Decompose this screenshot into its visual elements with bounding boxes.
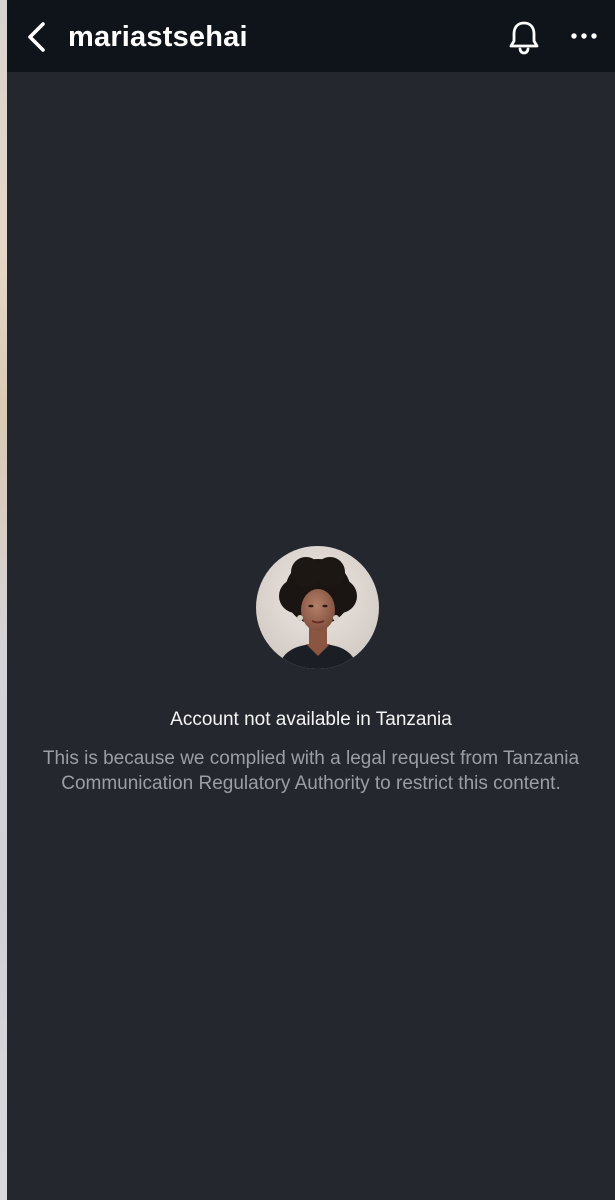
more-horizontal-icon bbox=[571, 33, 597, 39]
notifications-button[interactable] bbox=[506, 18, 542, 56]
chevron-left-icon bbox=[28, 22, 45, 52]
background-edge bbox=[0, 0, 7, 1200]
profile-username: mariastsehai bbox=[68, 21, 248, 53]
bell-icon bbox=[509, 21, 539, 55]
more-options-button[interactable] bbox=[568, 26, 602, 46]
profile-avatar bbox=[256, 546, 379, 669]
restriction-heading: Account not available in Tanzania bbox=[170, 709, 452, 730]
restriction-description: This is because we complied with a legal… bbox=[42, 748, 580, 794]
top-bar: mariastsehai bbox=[7, 0, 615, 72]
back-button[interactable] bbox=[21, 20, 51, 54]
